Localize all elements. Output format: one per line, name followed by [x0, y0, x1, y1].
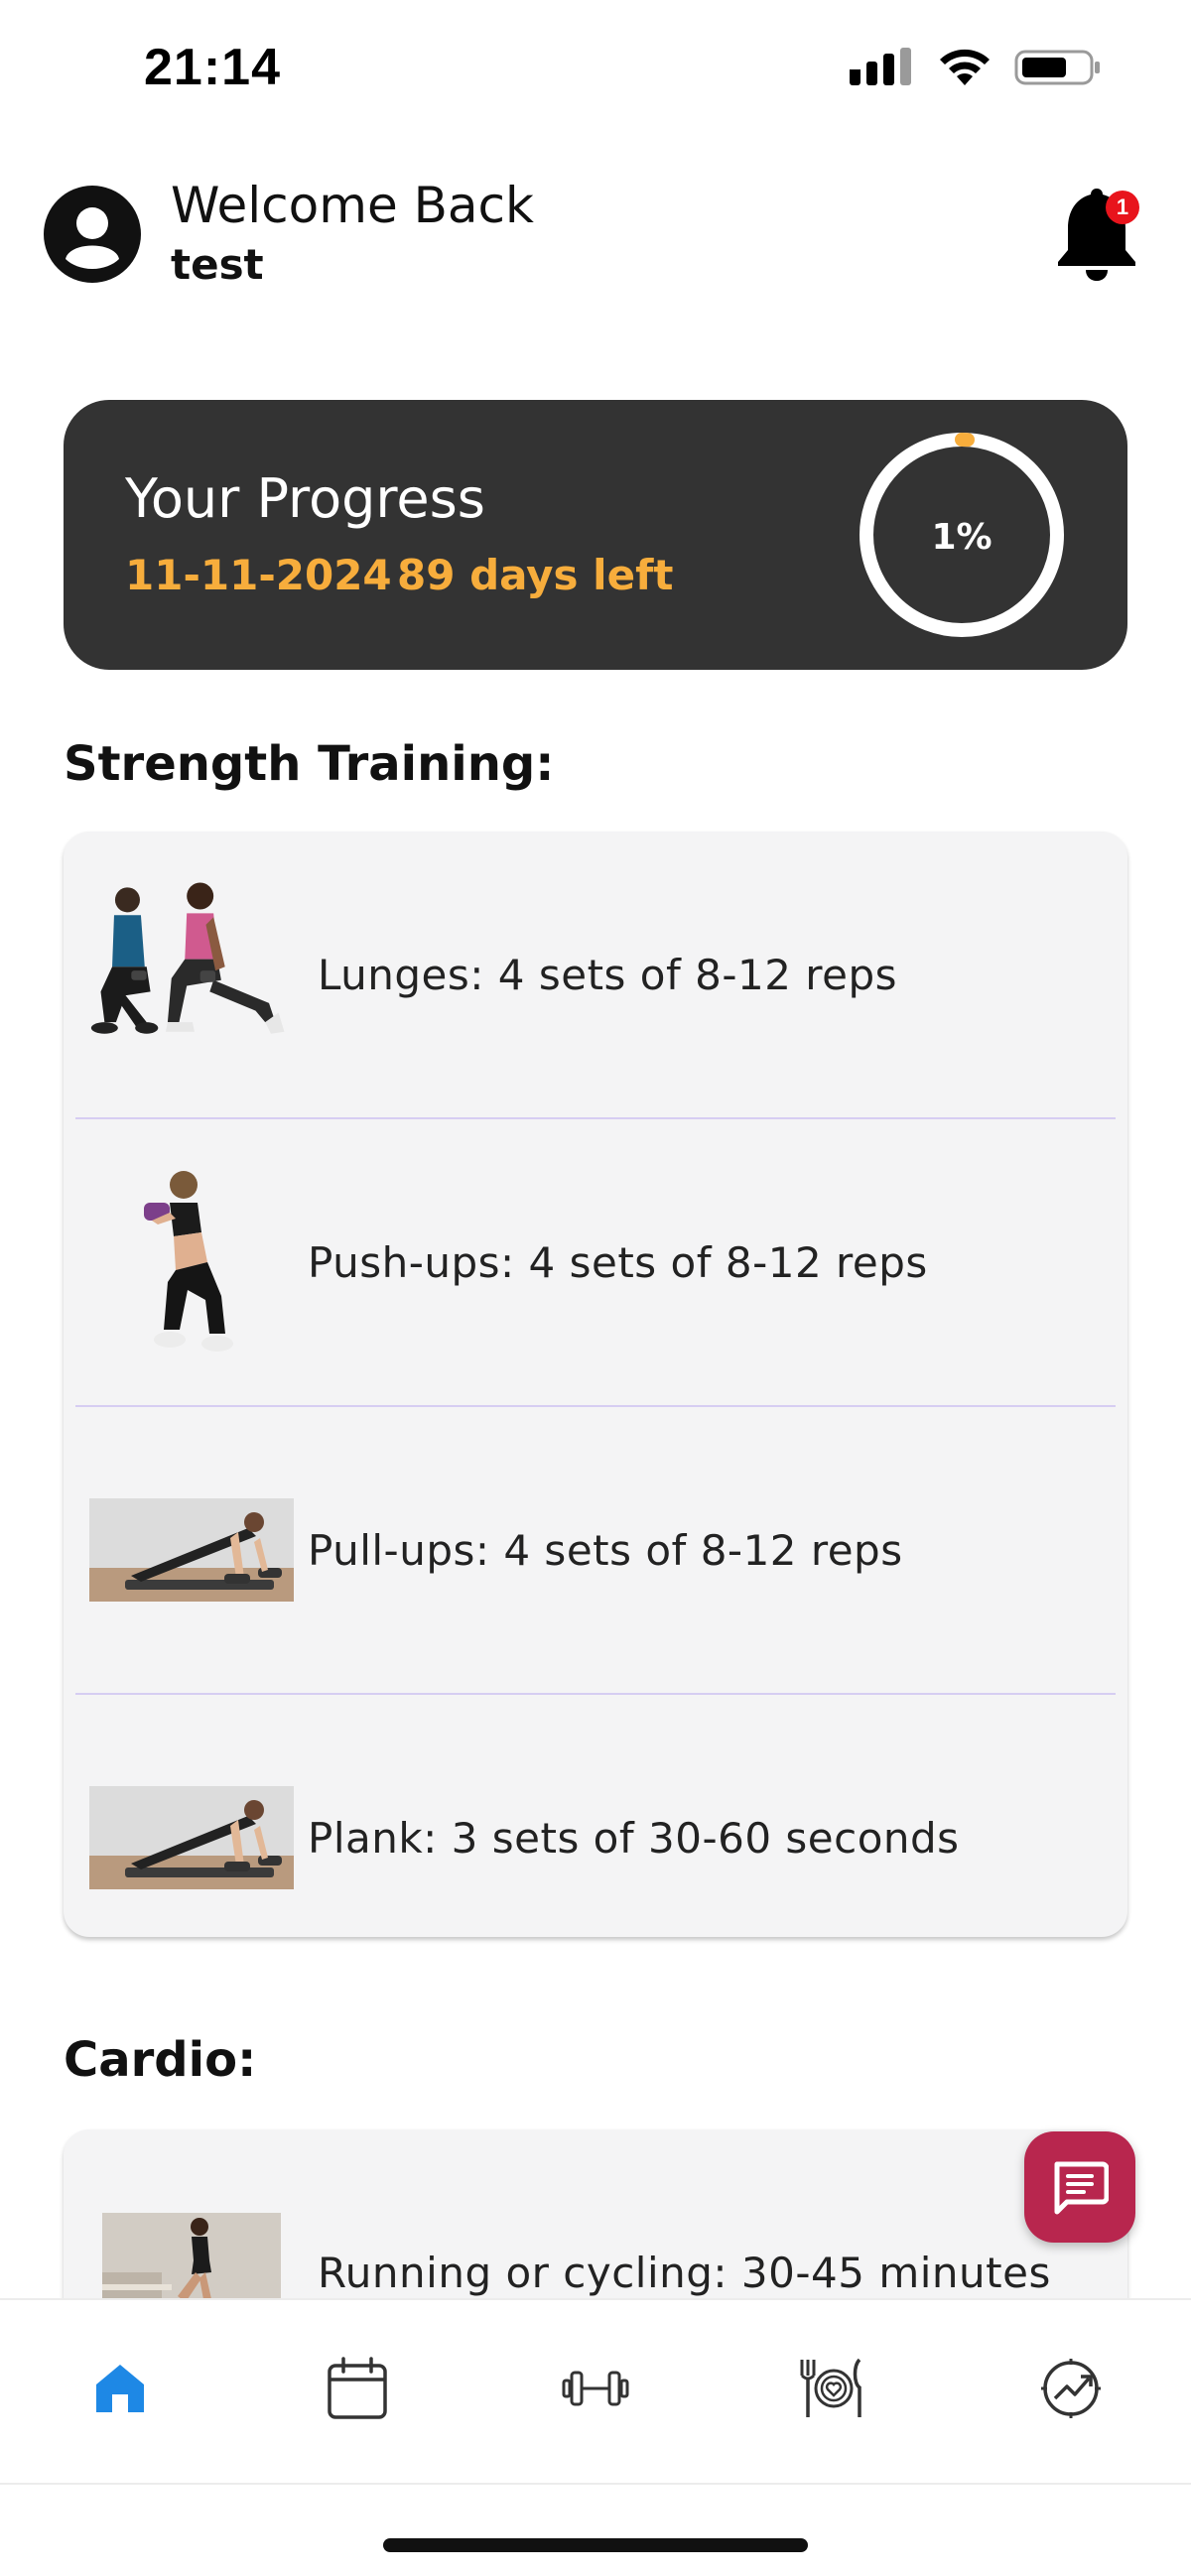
progress-date: 11-11-2024	[125, 551, 392, 599]
squat-dumbbell-photo	[87, 1158, 296, 1366]
home-indicator[interactable]	[383, 2538, 808, 2552]
list-item[interactable]: Lunges: 4 sets of 8-12 reps	[75, 832, 1116, 1117]
plank-illustration	[89, 1786, 294, 1889]
calendar-icon	[328, 2357, 387, 2419]
progress-days-left: 89 days left	[397, 551, 674, 599]
exercise-label: Lunges: 4 sets of 8-12 reps	[318, 950, 898, 999]
cellular-signal-icon	[850, 48, 911, 85]
wifi-icon	[940, 49, 990, 85]
chat-button[interactable]	[1024, 2131, 1135, 2243]
strength-heading: Strength Training:	[64, 736, 555, 792]
username: test	[171, 240, 264, 289]
nav-progress[interactable]	[1026, 2344, 1116, 2433]
progress-title: Your Progress	[125, 467, 485, 530]
plank-row-photo	[87, 1446, 296, 1654]
home-screen: 21:14 Welcome Back test 1 Your Progress …	[0, 0, 1191, 2576]
nav-meals[interactable]	[787, 2344, 876, 2433]
exercise-label: Pull-ups: 4 sets of 8-12 reps	[308, 1525, 903, 1575]
plank-row-illustration	[89, 1498, 294, 1602]
welcome-text: Welcome Back	[171, 177, 534, 234]
status-time: 21:14	[144, 39, 281, 96]
nav-workouts[interactable]	[551, 2344, 640, 2433]
list-item[interactable]: Push-ups: 4 sets of 8-12 reps	[75, 1117, 1116, 1405]
meal-icon	[800, 2358, 861, 2417]
list-item[interactable]: Pull-ups: 4 sets of 8-12 reps	[75, 1405, 1116, 1693]
list-item[interactable]: Plank: 3 sets of 30-60 seconds	[75, 1693, 1116, 1937]
lunges-photo	[87, 870, 296, 1079]
plank-row-photo	[87, 1734, 296, 1937]
avatar-icon[interactable]	[44, 186, 141, 283]
progress-ring: 1%	[860, 433, 1064, 637]
bottom-nav	[0, 2298, 1191, 2485]
battery-icon	[1014, 50, 1100, 85]
progress-percent: 1%	[931, 517, 992, 558]
nav-home[interactable]	[75, 2344, 165, 2433]
lunges-illustration	[90, 882, 285, 1034]
home-icon	[96, 2365, 144, 2412]
squat-illustration	[144, 1171, 233, 1352]
chat-icon	[1054, 2161, 1109, 2215]
status-icons	[850, 48, 1102, 87]
dumbbell-icon	[562, 2371, 629, 2406]
exercise-label: Plank: 3 sets of 30-60 seconds	[308, 1813, 960, 1863]
nav-calendar[interactable]	[313, 2344, 402, 2433]
cardio-heading: Cardio:	[64, 2032, 257, 2088]
exercise-label: Push-ups: 4 sets of 8-12 reps	[308, 1237, 928, 1287]
exercise-label: Running or cycling: 30-45 minutes	[318, 2248, 1051, 2297]
progress-card[interactable]: Your Progress 11-11-2024 89 days left 1%	[64, 400, 1127, 670]
strength-list: Lunges: 4 sets of 8-12 reps Push-ups: 4 …	[64, 832, 1127, 1937]
progress-chart-icon	[1041, 2359, 1101, 2418]
notification-badge: 1	[1106, 191, 1139, 224]
